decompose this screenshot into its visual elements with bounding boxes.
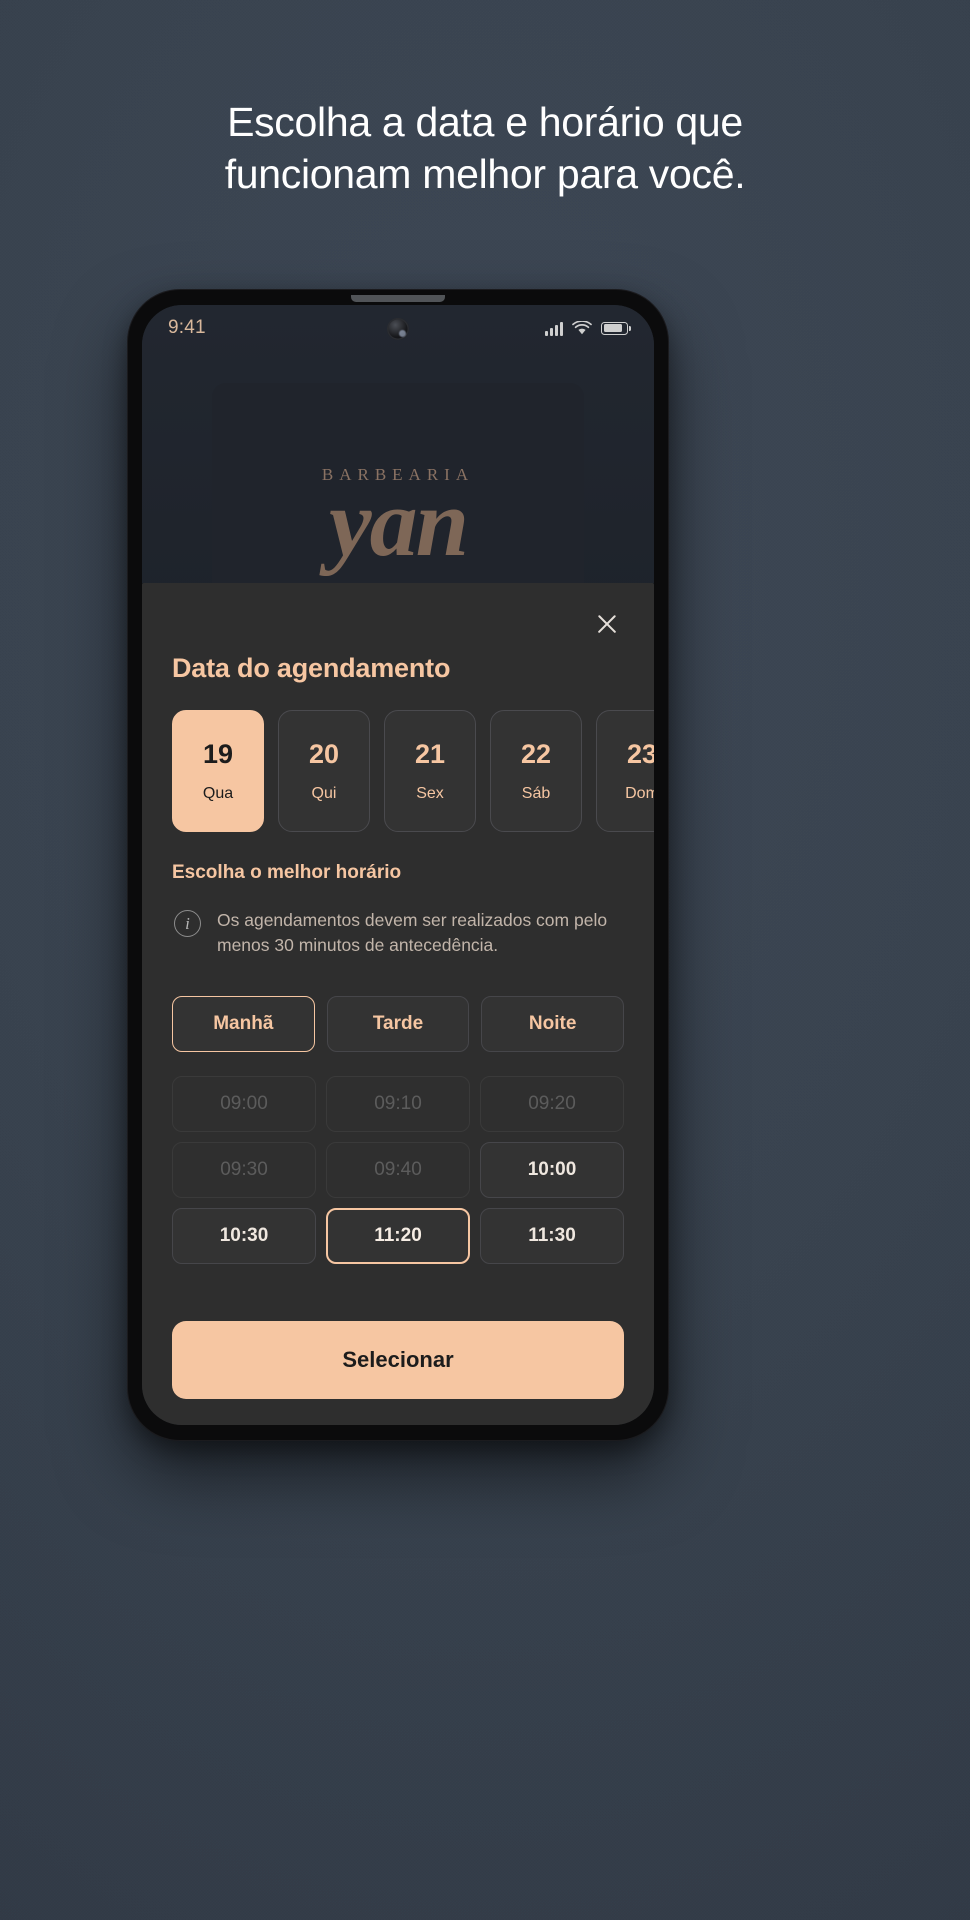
- page-headline: Escolha a data e horário que funcionam m…: [0, 96, 970, 200]
- date-chip-weekday: Qua: [202, 784, 234, 802]
- date-chip-day-number: 19: [202, 738, 234, 769]
- date-selector-strip[interactable]: 19 Qua 20 Qui 21 Sex 22 Sáb 23 Dom: [142, 684, 654, 832]
- time-slot[interactable]: 10:30: [172, 1207, 316, 1264]
- tab-noite[interactable]: Noite: [481, 995, 625, 1052]
- headline-line-2: funcionam melhor para você.: [224, 151, 746, 198]
- logo-wordmark: yan: [329, 469, 469, 576]
- close-icon[interactable]: [590, 607, 624, 641]
- time-slot[interactable]: 09:10: [326, 1075, 470, 1132]
- status-bar-indicators: [545, 320, 631, 336]
- date-chip-weekday: Sex: [416, 784, 444, 802]
- time-section-label: Escolha o melhor horário: [172, 862, 402, 883]
- date-chip-day-number: 21: [414, 738, 446, 769]
- phone-screen: BARBEARIA yan 9:41 Data do agendamento 1…: [142, 305, 654, 1425]
- headline-line-1: Escolha a data e horário que: [227, 99, 743, 145]
- time-slot-grid: 09:00 09:10 09:20 09:30 09:40 10:00 10:3…: [142, 1052, 654, 1264]
- time-slot[interactable]: 09:30: [172, 1141, 316, 1198]
- date-chip-weekday: Qui: [311, 784, 337, 802]
- time-slot[interactable]: 09:20: [480, 1075, 624, 1132]
- status-bar: 9:41: [142, 305, 654, 351]
- date-chip[interactable]: 22 Sáb: [490, 710, 582, 832]
- battery-icon: [601, 321, 631, 335]
- signal-bars-icon: [545, 321, 563, 336]
- date-chip[interactable]: 21 Sex: [384, 710, 476, 832]
- date-time-bottom-sheet: Data do agendamento 19 Qua 20 Qui 21 Sex…: [142, 583, 654, 1425]
- time-slot[interactable]: 10:00: [480, 1141, 624, 1198]
- select-button[interactable]: Selecionar: [172, 1321, 624, 1399]
- info-note-text: Os agendamentos devem ser realizados com…: [217, 910, 608, 955]
- date-chip-day-number: 22: [520, 738, 552, 769]
- tab-tarde[interactable]: Tarde: [326, 995, 470, 1052]
- phone-earpiece-speaker: [351, 295, 445, 302]
- barbershop-logo: BARBEARIA yan: [248, 465, 548, 576]
- sheet-title: Data do agendamento: [172, 653, 451, 683]
- sheet-header: [142, 583, 654, 641]
- date-chip-day-number: 20: [308, 738, 340, 769]
- date-chip[interactable]: 19 Qua: [172, 710, 264, 832]
- date-chip-day-number: 23: [626, 738, 654, 769]
- time-slot[interactable]: 09:40: [326, 1141, 470, 1198]
- date-chip[interactable]: 23 Dom: [596, 710, 654, 832]
- tab-manha[interactable]: Manhã: [172, 995, 315, 1052]
- time-slot[interactable]: 11:20: [326, 1207, 470, 1264]
- phone-mockup: BARBEARIA yan 9:41 Data do agendamento 1…: [128, 290, 668, 1440]
- wifi-icon: [572, 320, 592, 334]
- date-chip-weekday: Dom: [625, 784, 654, 802]
- info-note: i Os agendamentos devem ser realizados c…: [142, 884, 654, 958]
- period-tab-group: Manhã Tarde Noite: [142, 958, 654, 1052]
- cta-container: Selecionar: [142, 1293, 654, 1425]
- front-camera-punchhole: [387, 318, 409, 340]
- date-chip-weekday: Sáb: [521, 784, 551, 802]
- status-bar-time: 9:41: [168, 317, 206, 338]
- time-slot[interactable]: 09:00: [172, 1075, 316, 1132]
- date-chip[interactable]: 20 Qui: [278, 710, 370, 832]
- info-circle-icon: i: [174, 910, 201, 937]
- time-slot[interactable]: 11:30: [480, 1207, 624, 1264]
